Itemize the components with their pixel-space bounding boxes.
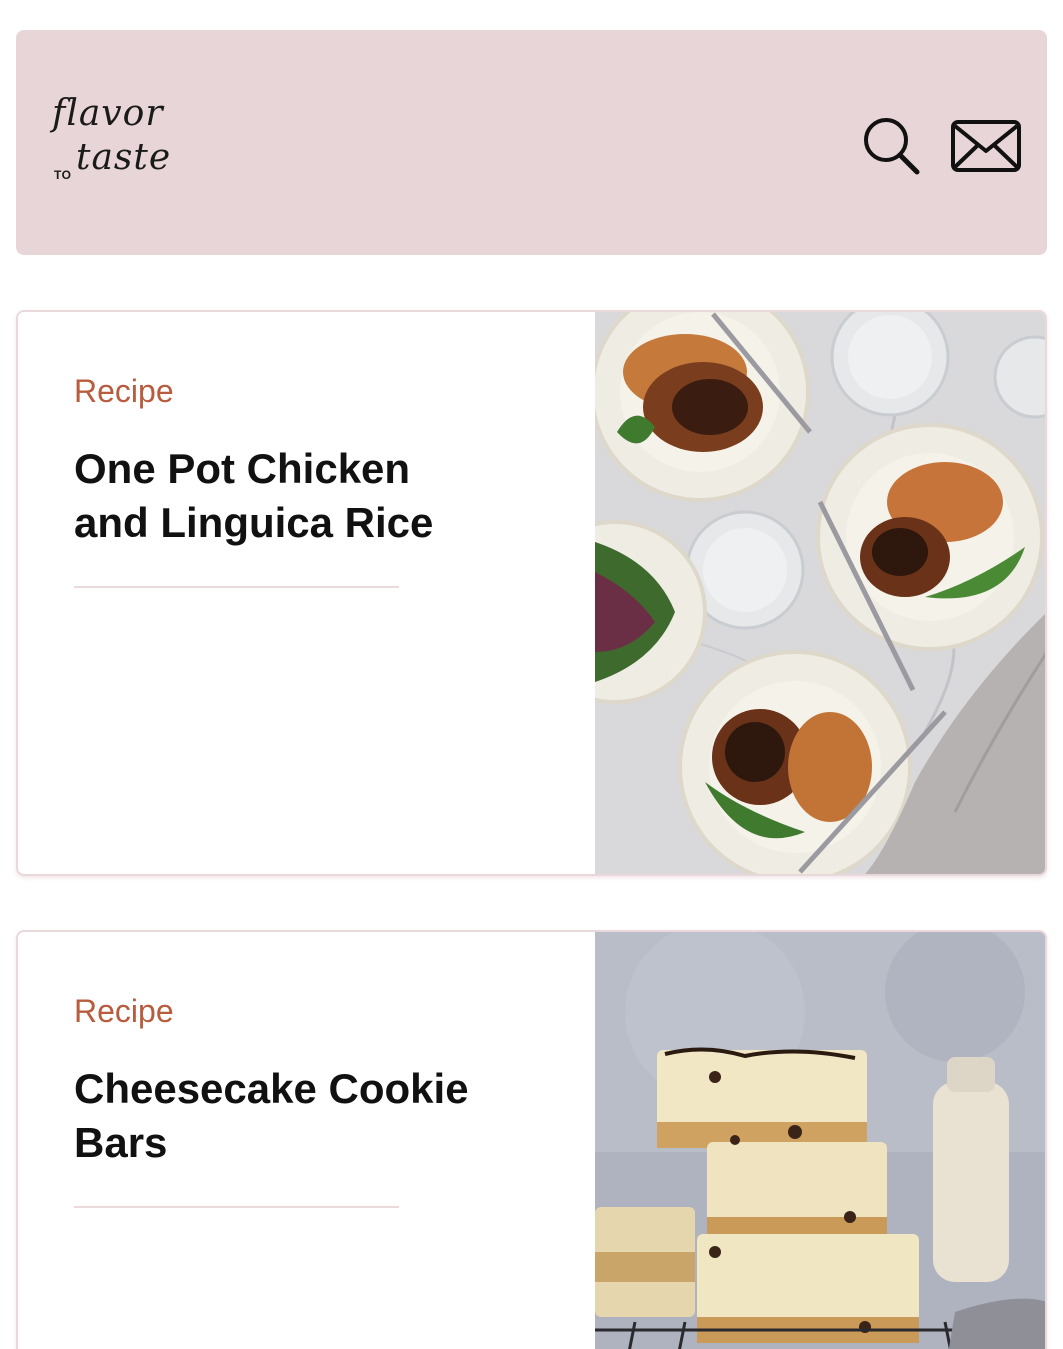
recipe-title[interactable]: Cheesecake Cookie Bars — [74, 1062, 494, 1170]
recipe-category[interactable]: Recipe — [74, 372, 494, 410]
search-button[interactable] — [862, 115, 922, 177]
recipe-card-body: Recipe Cheesecake Cookie Bars — [74, 992, 494, 1209]
recipe-category[interactable]: Recipe — [74, 992, 494, 1030]
logo-word-to: TO — [54, 168, 72, 182]
site-logo[interactable]: flavor TO taste — [50, 96, 180, 186]
logo-word-taste: taste — [76, 137, 172, 178]
contact-button[interactable] — [950, 118, 1022, 174]
search-icon — [864, 118, 920, 175]
recipe-title[interactable]: One Pot Chicken and Linguica Rice — [74, 442, 494, 550]
site-header: flavor TO taste — [16, 30, 1047, 255]
logo-word-flavor: flavor — [52, 93, 164, 134]
mail-icon — [951, 120, 1021, 172]
recipe-image-cheesecake-bars[interactable] — [595, 932, 1045, 1349]
recipe-card[interactable]: Recipe Cheesecake Cookie Bars — [16, 930, 1047, 1349]
recipe-card[interactable]: Recipe One Pot Chicken and Linguica Rice — [16, 310, 1047, 876]
divider — [74, 1206, 399, 1209]
recipe-card-body: Recipe One Pot Chicken and Linguica Rice — [74, 372, 494, 589]
recipe-image-chicken[interactable] — [595, 312, 1045, 874]
divider — [74, 586, 399, 589]
